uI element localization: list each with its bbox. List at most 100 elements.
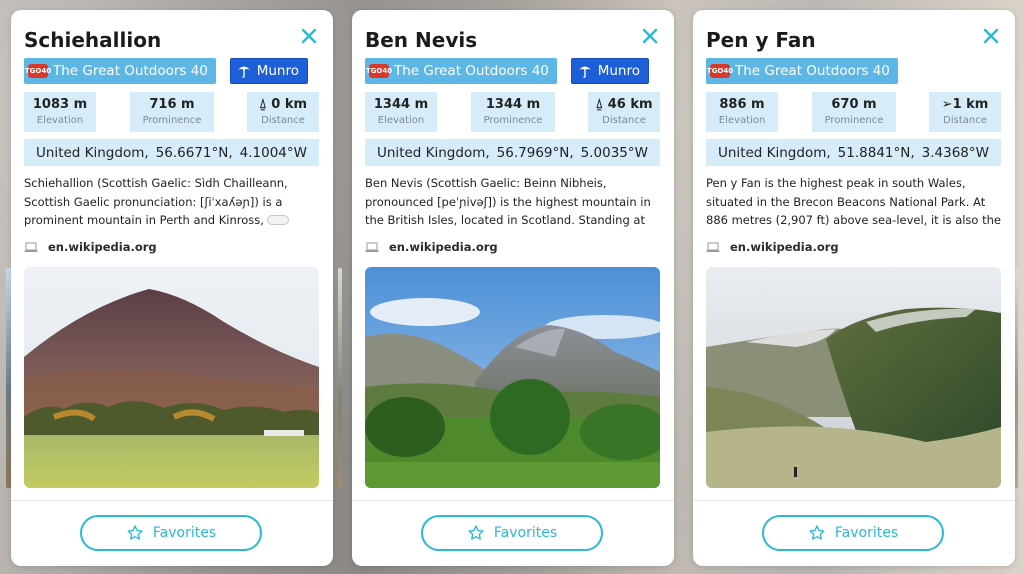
- description: Ben Nevis (Scottish Gaelic: Beinn Nibhei…: [365, 174, 661, 230]
- prominence-value: 716 m: [149, 97, 195, 112]
- laptop-icon: [24, 242, 38, 252]
- star-icon: [809, 525, 825, 540]
- distance-stat: ⍙ 0 km Distance: [247, 92, 319, 132]
- source-url: en.wikipedia.org: [389, 240, 498, 254]
- favorites-button[interactable]: Favorites: [421, 515, 603, 551]
- source-url: en.wikipedia.org: [730, 240, 839, 254]
- description: Schiehallion (Scottish Gaelic: Sìdh Chai…: [24, 174, 320, 230]
- country: United Kingdom,: [718, 144, 831, 161]
- description-text: Schiehallion (Scottish Gaelic: Sìdh Chai…: [24, 176, 288, 228]
- close-icon[interactable]: [640, 26, 660, 46]
- distance-stat: ⍙ 46 km Distance: [588, 92, 660, 132]
- tgo40-badge-icon: TGO40: [707, 64, 733, 78]
- mountain-photo[interactable]: [706, 267, 1001, 488]
- country: United Kingdom,: [377, 144, 490, 161]
- read-more-button[interactable]: [266, 214, 289, 225]
- distance-value: 1 km: [952, 97, 989, 112]
- mountain-card: Pen y Fan TGO40 The Great Outdoors 40 88…: [693, 10, 1015, 566]
- source-link[interactable]: en.wikipedia.org: [365, 239, 498, 255]
- munro-umbrella-icon: [237, 66, 250, 78]
- distance-arrow-icon: ➢: [941, 97, 953, 112]
- elevation-stat: 1344 m Elevation: [365, 92, 437, 132]
- longitude: 3.4368°W: [921, 144, 989, 161]
- mountain-card: Schiehallion TGO40 The Great Outdoors 40…: [11, 10, 333, 566]
- tag-row: TGO40 The Great Outdoors 40 Munro: [24, 58, 320, 84]
- laptop-icon: [706, 242, 720, 252]
- distance-arrow-icon: ⍙: [258, 97, 272, 112]
- card-title: Pen y Fan: [706, 28, 816, 52]
- star-icon: [127, 525, 143, 540]
- prominence-label: Prominence: [483, 115, 543, 126]
- prominence-label: Prominence: [824, 115, 884, 126]
- location-coordinates: United Kingdom, 56.6671°N, 4.1004°W: [24, 139, 319, 166]
- distance-value: 46 km: [607, 97, 653, 112]
- munro-umbrella-icon: [578, 66, 591, 78]
- elevation-stat: 1083 m Elevation: [24, 92, 96, 132]
- card-title: Schiehallion: [24, 28, 162, 52]
- location-coordinates: United Kingdom, 56.7969°N, 5.0035°W: [365, 139, 660, 166]
- latitude: 51.8841°N,: [837, 144, 915, 161]
- tgo40-tag[interactable]: TGO40 The Great Outdoors 40: [706, 58, 898, 84]
- prominence-value: 1344 m: [485, 97, 541, 112]
- prominence-value: 670 m: [831, 97, 877, 112]
- divider: [352, 500, 674, 501]
- source-url: en.wikipedia.org: [48, 240, 157, 254]
- tag-row: TGO40 The Great Outdoors 40 Munro: [365, 58, 661, 84]
- mountain-photo[interactable]: [24, 267, 319, 488]
- favorites-label: Favorites: [152, 525, 217, 541]
- distance-arrow-icon: ⍙: [595, 97, 608, 112]
- latitude: 56.6671°N,: [155, 144, 233, 161]
- country: United Kingdom,: [36, 144, 149, 161]
- mountain-photo[interactable]: [365, 267, 660, 488]
- distance-stat: ➢1 km Distance: [929, 92, 1001, 132]
- longitude: 4.1004°W: [239, 144, 307, 161]
- latitude: 56.7969°N,: [496, 144, 574, 161]
- close-icon[interactable]: [299, 26, 319, 46]
- munro-tag[interactable]: Munro: [570, 58, 649, 84]
- divider: [693, 500, 1015, 501]
- favorites-label: Favorites: [493, 525, 558, 541]
- favorites-label: Favorites: [834, 525, 899, 541]
- tgo40-tag-label: The Great Outdoors 40: [735, 63, 890, 79]
- elevation-label: Elevation: [377, 115, 425, 126]
- elevation-stat: 886 m Elevation: [706, 92, 778, 132]
- distance-label: Distance: [602, 115, 646, 126]
- distance-value: 0 km: [271, 97, 308, 112]
- source-link[interactable]: en.wikipedia.org: [706, 239, 839, 255]
- card-gap-peek: [338, 268, 342, 488]
- favorites-button[interactable]: Favorites: [762, 515, 944, 551]
- tgo40-tag[interactable]: TGO40 The Great Outdoors 40: [365, 58, 557, 84]
- tgo40-badge-icon: TGO40: [25, 64, 51, 78]
- source-link[interactable]: en.wikipedia.org: [24, 239, 157, 255]
- tgo40-tag-label: The Great Outdoors 40: [394, 63, 549, 79]
- laptop-icon: [365, 242, 379, 252]
- munro-tag-label: Munro: [597, 63, 640, 79]
- munro-tag[interactable]: Munro: [229, 58, 308, 84]
- location-coordinates: United Kingdom, 51.8841°N, 3.4368°W: [706, 139, 1001, 166]
- description-text: Ben Nevis (Scottish Gaelic: Beinn Nibhei…: [365, 176, 651, 228]
- prominence-label: Prominence: [142, 115, 202, 126]
- favorites-button[interactable]: Favorites: [80, 515, 262, 551]
- mountain-card: Ben Nevis TGO40 The Great Outdoors 40 Mu…: [352, 10, 674, 566]
- distance-label: Distance: [943, 115, 987, 126]
- distance-label: Distance: [261, 115, 305, 126]
- prominence-stat: 670 m Prominence: [812, 92, 896, 132]
- tag-row: TGO40 The Great Outdoors 40: [706, 58, 1002, 84]
- description: Pen y Fan is the highest peak in south W…: [706, 174, 1002, 230]
- card-title: Ben Nevis: [365, 28, 478, 52]
- prominence-stat: 1344 m Prominence: [471, 92, 555, 132]
- tgo40-badge-icon: TGO40: [366, 64, 392, 78]
- close-icon[interactable]: [981, 26, 1001, 46]
- elevation-value: 1083 m: [32, 97, 88, 112]
- munro-tag-label: Munro: [256, 63, 299, 79]
- longitude: 5.0035°W: [580, 144, 648, 161]
- tgo40-tag-label: The Great Outdoors 40: [53, 63, 208, 79]
- elevation-value: 886 m: [719, 97, 765, 112]
- tgo40-tag[interactable]: TGO40 The Great Outdoors 40: [24, 58, 216, 84]
- elevation-label: Elevation: [36, 115, 84, 126]
- divider: [11, 500, 333, 501]
- prominence-stat: 716 m Prominence: [130, 92, 214, 132]
- star-icon: [468, 525, 484, 540]
- elevation-value: 1344 m: [373, 97, 429, 112]
- elevation-label: Elevation: [718, 115, 766, 126]
